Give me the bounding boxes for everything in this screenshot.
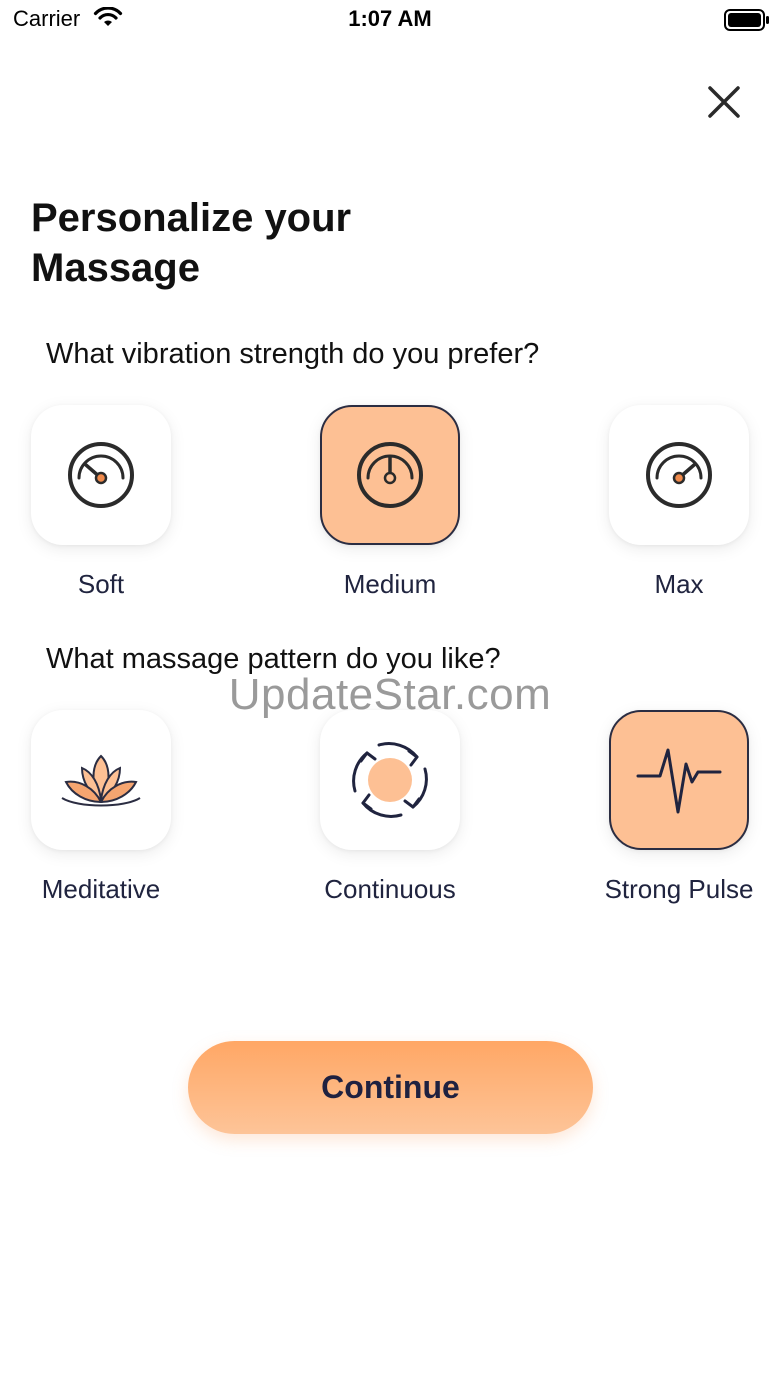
pattern-tile-continuous[interactable] (320, 710, 460, 850)
strength-option-medium[interactable]: Medium (305, 405, 475, 600)
strength-tile-medium[interactable] (320, 405, 460, 545)
gauge-high-icon (646, 442, 712, 508)
pattern-tile-meditative[interactable] (31, 710, 171, 850)
close-icon (708, 86, 740, 118)
screen: Carrier 1:07 AM Personalize your Massage… (0, 0, 780, 1387)
strength-option-soft[interactable]: Soft (16, 405, 186, 600)
cycle-icon (352, 742, 428, 818)
status-bar: Carrier 1:07 AM (0, 0, 780, 40)
pattern-label-continuous: Continuous (324, 874, 456, 904)
clock: 1:07 AM (348, 6, 432, 31)
pulse-icon (636, 748, 722, 814)
strength-question: What vibration strength do you prefer? (46, 338, 540, 370)
continue-button[interactable]: Continue (188, 1041, 593, 1134)
pattern-label-strong-pulse: Strong Pulse (604, 874, 754, 904)
gauge-medium-icon (357, 442, 423, 508)
close-button[interactable] (704, 82, 744, 122)
lotus-icon (61, 754, 141, 807)
pattern-option-continuous[interactable]: Continuous (305, 710, 475, 905)
page-title: Personalize your Massage (31, 196, 352, 290)
pattern-option-strong-pulse[interactable]: Strong Pulse (594, 710, 764, 905)
strength-tile-soft[interactable] (31, 405, 171, 545)
pattern-label-meditative: Meditative (41, 874, 161, 904)
battery-icon (724, 9, 769, 31)
gauge-low-icon (68, 442, 134, 508)
strength-label-medium: Medium (343, 569, 437, 599)
strength-label-soft: Soft (77, 569, 125, 599)
strength-label-max: Max (654, 569, 704, 599)
strength-option-max[interactable]: Max (594, 405, 764, 600)
pattern-tile-strong-pulse[interactable] (609, 710, 749, 850)
pattern-option-meditative[interactable]: Meditative (16, 710, 186, 905)
strength-tile-max[interactable] (609, 405, 749, 545)
